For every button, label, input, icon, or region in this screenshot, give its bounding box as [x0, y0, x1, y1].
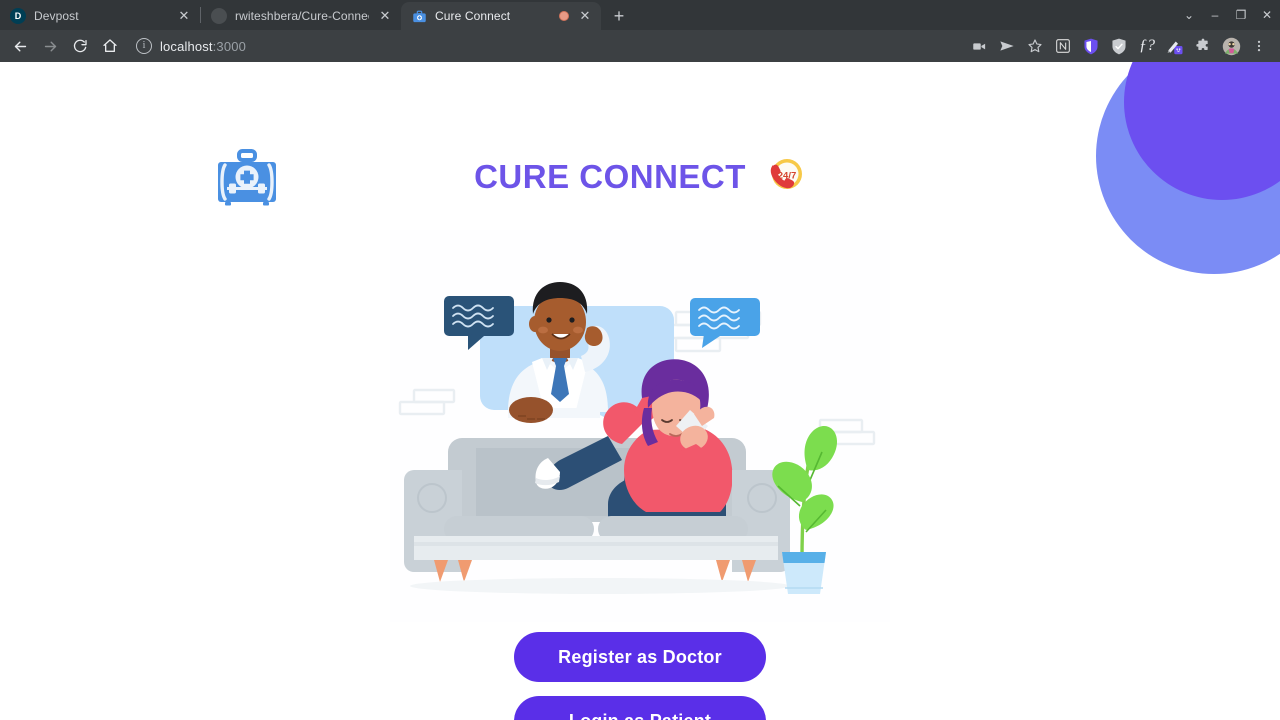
video-camera-icon[interactable]	[966, 33, 992, 59]
close-icon[interactable]: ✕	[577, 8, 593, 24]
tab-title: Cure Connect	[435, 9, 511, 23]
close-icon[interactable]: ✕	[1254, 0, 1280, 30]
minimize-icon[interactable]: –	[1202, 0, 1228, 30]
color-picker-icon[interactable]	[1162, 33, 1188, 59]
browser-toolbar: i localhost:3000 ƒ?	[0, 30, 1280, 62]
forward-arrow-icon[interactable]	[36, 32, 64, 60]
chrome-menu-icon[interactable]	[1246, 33, 1272, 59]
briefcase-icon	[411, 8, 427, 24]
browser-window: D Devpost ✕ rwiteshbera/Cure-Connec ✕ Cu…	[0, 0, 1280, 720]
grammar-f-icon[interactable]: ƒ?	[1134, 33, 1160, 59]
login-as-patient-button[interactable]: Login as Patient	[514, 696, 766, 720]
phone-24-7-icon: 24/7	[760, 154, 806, 200]
action-buttons: Register as Doctor Login as Patient	[0, 632, 1280, 720]
back-arrow-icon[interactable]	[6, 32, 34, 60]
info-circle-icon[interactable]: i	[136, 38, 152, 54]
svg-text:24/7: 24/7	[778, 171, 797, 182]
window-controls: ⌄ – ❐ ✕	[1176, 0, 1280, 30]
url-host: localhost	[160, 38, 213, 54]
url-port: :3000	[212, 38, 246, 54]
bookmark-star-icon[interactable]	[1022, 33, 1048, 59]
reload-icon[interactable]	[66, 32, 94, 60]
home-icon[interactable]	[96, 32, 124, 60]
send-paper-plane-icon[interactable]	[994, 33, 1020, 59]
github-icon	[211, 8, 227, 24]
new-tab-button[interactable]: +	[605, 2, 633, 30]
close-icon[interactable]: ✕	[377, 8, 393, 24]
tab-title: rwiteshbera/Cure-Connec	[235, 9, 369, 23]
tab-cure-connect[interactable]: Cure Connect ✕	[401, 2, 601, 30]
page-content: CURE CONNECT 24/7 Register as Doctor	[0, 62, 1280, 720]
page-title-row: CURE CONNECT 24/7	[0, 154, 1280, 200]
extensions-puzzle-icon[interactable]	[1190, 33, 1216, 59]
bitwarden-shield-icon[interactable]	[1078, 33, 1104, 59]
close-icon[interactable]: ✕	[176, 8, 192, 24]
tab-strip: D Devpost ✕ rwiteshbera/Cure-Connec ✕ Cu…	[0, 0, 1280, 30]
chevron-down-icon[interactable]: ⌄	[1176, 0, 1202, 30]
tab-github-repo[interactable]: rwiteshbera/Cure-Connec ✕	[201, 2, 401, 30]
profile-avatar-icon[interactable]	[1218, 33, 1244, 59]
tab-title: Devpost	[34, 9, 79, 23]
register-as-doctor-button[interactable]: Register as Doctor	[514, 632, 766, 682]
tab-recording-indicator-icon	[559, 11, 569, 21]
tab-devpost[interactable]: D Devpost ✕	[0, 2, 200, 30]
devpost-d-icon: D	[10, 8, 26, 24]
telemedicine-doctor-patient-illustration	[390, 230, 890, 622]
adblock-shield-icon[interactable]	[1106, 33, 1132, 59]
address-bar[interactable]: i localhost:3000	[132, 34, 964, 58]
notion-icon[interactable]	[1050, 33, 1076, 59]
toolbar-icons: ƒ?	[966, 33, 1274, 59]
url-text: localhost:3000	[160, 39, 246, 54]
page-title: CURE CONNECT	[474, 158, 746, 195]
maximize-icon[interactable]: ❐	[1228, 0, 1254, 30]
